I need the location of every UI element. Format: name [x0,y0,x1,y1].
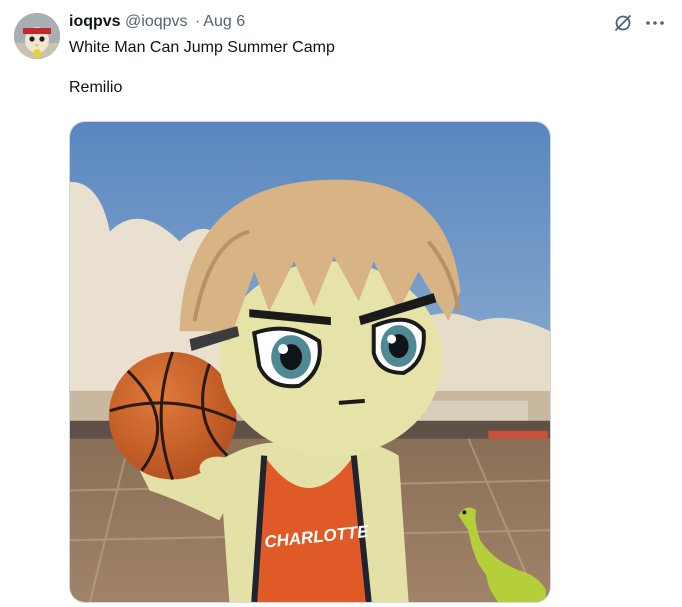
tweet-header: ioqpvs @ioqpvs · Aug 6 [69,12,245,32]
author-handle[interactable]: @ioqpvs [125,13,188,30]
more-icon[interactable] [644,13,666,33]
grok-icon[interactable] [613,13,633,33]
tweet-text: White Man Can Jump Summer Camp Remilio [69,39,335,96]
author-name[interactable]: ioqpvs [69,13,121,30]
tweet-date[interactable]: Aug 6 [203,13,245,30]
avatar[interactable] [14,13,60,59]
tweet-image[interactable]: CHARLOTTE [69,121,551,603]
separator-dot: · [194,13,201,30]
